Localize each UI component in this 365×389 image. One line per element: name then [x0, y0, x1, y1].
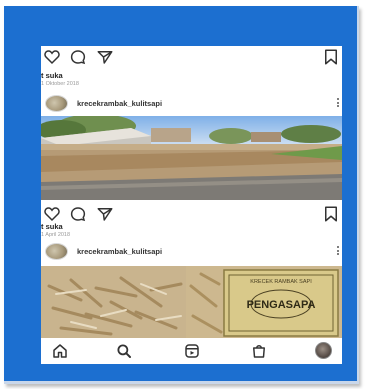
likes-count[interactable]: t suka — [41, 222, 63, 231]
heart-icon[interactable] — [43, 205, 61, 223]
search-icon[interactable] — [115, 342, 133, 360]
more-options-icon[interactable] — [336, 97, 339, 109]
comment-icon[interactable] — [69, 48, 87, 66]
bottom-navigation — [41, 338, 342, 364]
avatar[interactable] — [45, 95, 68, 112]
share-icon[interactable] — [96, 205, 114, 223]
comment-icon[interactable] — [69, 205, 87, 223]
post-date: 1 Oktober 2018 — [41, 81, 79, 87]
post-header: krecekrambak_kulitsapi — [41, 94, 342, 114]
bag-label-top: KRECEK RAMBAK SAPI — [250, 279, 312, 285]
avatar[interactable] — [45, 243, 68, 260]
more-options-icon[interactable] — [336, 245, 339, 257]
share-icon[interactable] — [96, 48, 114, 66]
bag-label-brand: PENGASAPA — [247, 299, 316, 311]
post-date: 1 April 2018 — [41, 232, 71, 238]
username-link[interactable]: krecekrambak_kulitsapi — [77, 99, 162, 108]
post-photo[interactable] — [41, 116, 342, 200]
post-action-row — [41, 46, 342, 68]
profile-avatar[interactable] — [315, 342, 332, 359]
phone-screen: t suka 1 Oktober 2018 krecekrambak_kulit… — [41, 46, 342, 364]
home-icon[interactable] — [51, 342, 69, 360]
bookmark-icon[interactable] — [322, 48, 340, 66]
heart-icon[interactable] — [43, 48, 61, 66]
username-link[interactable]: krecekrambak_kulitsapi — [77, 247, 162, 256]
post-header: krecekrambak_kulitsapi — [41, 242, 342, 262]
blue-frame: t suka 1 Oktober 2018 krecekrambak_kulit… — [4, 6, 359, 384]
likes-count[interactable]: t suka — [41, 71, 63, 80]
shop-icon[interactable] — [250, 342, 268, 360]
post-photo[interactable]: KRECEK RAMBAK SAPI PENGASAPA — [41, 266, 342, 338]
reels-icon[interactable] — [183, 342, 201, 360]
bookmark-icon[interactable] — [322, 205, 340, 223]
post-action-row — [41, 203, 342, 225]
